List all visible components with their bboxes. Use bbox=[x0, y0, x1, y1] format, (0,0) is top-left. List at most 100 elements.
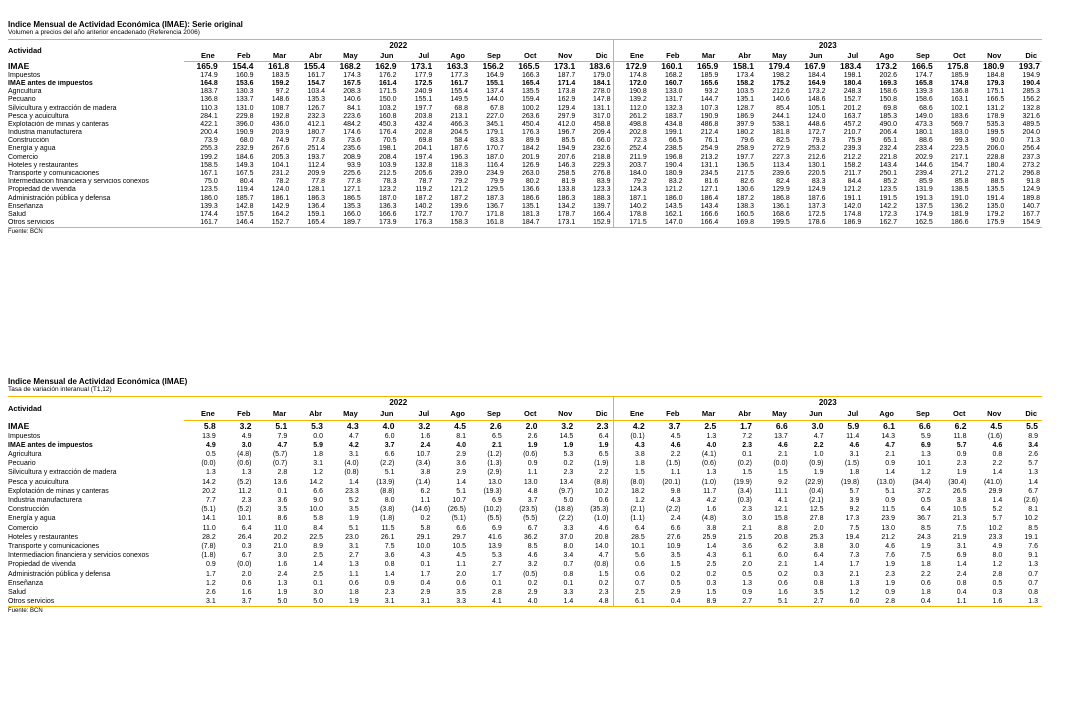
value-cell: 1.5 bbox=[670, 561, 681, 569]
value-cell: 83.2 bbox=[668, 178, 683, 186]
value-cell: 0.8 bbox=[1028, 588, 1038, 596]
value-cell: 80.2 bbox=[525, 178, 540, 186]
value-cell: 1.6 bbox=[970, 597, 1007, 608]
value-cell: 173.8 bbox=[557, 88, 576, 96]
table2-month-header: Ene bbox=[184, 407, 220, 421]
value-cell: 4.0 bbox=[382, 421, 395, 431]
table2-body: IMAE 5.8 3.2 5.1 5.3 4.3 4.0 3.2 4.5 2.6 2.0 3.2 2.3… bbox=[8, 420, 1042, 608]
value-cell: 3.1 bbox=[349, 542, 359, 550]
value-cell: 11.5 bbox=[381, 524, 395, 532]
table1-month-header: Ago bbox=[863, 50, 899, 62]
value-cell: 1.4 bbox=[956, 561, 967, 569]
value-cell: 432.4 bbox=[414, 120, 433, 128]
row-label: Transporte y comunicaciones bbox=[8, 542, 100, 550]
value-cell: 1.8 bbox=[849, 469, 860, 477]
row-label: Pesca y acuicultura bbox=[8, 478, 69, 486]
value-cell: 202.6 bbox=[879, 71, 897, 79]
value-cell: 6.6 bbox=[384, 450, 395, 458]
value-cell: 147.8 bbox=[577, 96, 614, 105]
value-cell: 10.7 bbox=[452, 496, 466, 504]
value-cell: 36.7 bbox=[917, 515, 931, 523]
value-cell: (3.8) bbox=[380, 506, 395, 514]
table1-body: IMAE 165.9 154.4 161.8 155.4 168.2 162.9 173.1 1… bbox=[8, 61, 1042, 228]
table1-month-header: Mar bbox=[684, 50, 721, 62]
table2-month-header: Dic bbox=[577, 407, 614, 421]
value-cell: 213.2 bbox=[700, 153, 719, 161]
value-cell: 263.0 bbox=[521, 170, 540, 178]
value-cell: 412.1 bbox=[307, 120, 325, 128]
value-cell: 1.6 bbox=[277, 561, 288, 569]
value-cell: 174.6 bbox=[343, 129, 361, 137]
row-label: Propiedad de vivenda bbox=[8, 186, 76, 194]
value-cell: 1.7 bbox=[740, 421, 752, 431]
value-cell: 450.3 bbox=[378, 120, 397, 128]
value-cell: 569.7 bbox=[950, 120, 969, 128]
row-label: Energía y agua bbox=[8, 515, 56, 523]
value-cell: 2.1 bbox=[778, 450, 788, 458]
value-cell: 1.7 bbox=[849, 561, 860, 569]
value-cell: 4.1 bbox=[778, 496, 788, 504]
value-cell: 167.7 bbox=[1022, 210, 1040, 218]
value-cell: 186.1 bbox=[271, 194, 290, 202]
value-cell: (0.8) bbox=[577, 560, 614, 570]
value-cell: 3.4 bbox=[1028, 441, 1038, 449]
value-cell: 239.6 bbox=[772, 170, 790, 178]
value-cell: (4.8) bbox=[701, 515, 717, 523]
value-cell: 85.4 bbox=[776, 104, 790, 112]
value-cell: 129.9 bbox=[772, 186, 790, 194]
value-cell: 1.9 bbox=[563, 441, 574, 449]
value-cell: 203.9 bbox=[271, 129, 290, 137]
value-cell: 4.2 bbox=[632, 421, 645, 431]
value-cell: 2.2 bbox=[670, 450, 681, 458]
table1-title: Indice Mensual de Actividad Económica (I… bbox=[8, 20, 243, 29]
value-cell: 2.3 bbox=[384, 588, 395, 596]
value-cell: 13.4 bbox=[559, 478, 574, 486]
value-cell: 175.8 bbox=[947, 61, 969, 72]
value-cell: 124.3 bbox=[629, 186, 647, 194]
value-cell: 1.4 bbox=[813, 561, 824, 569]
row-label: Comercio bbox=[8, 153, 38, 161]
value-cell: (2.9) bbox=[487, 469, 502, 477]
value-cell: 484.2 bbox=[343, 120, 361, 128]
value-cell: 2.3 bbox=[956, 460, 967, 468]
table2-month-header: Feb bbox=[648, 407, 685, 421]
value-cell: 1.1 bbox=[349, 570, 359, 578]
value-cell: 103.2 bbox=[378, 104, 397, 112]
value-cell: 2.1 bbox=[849, 570, 860, 578]
value-cell: 166.5 bbox=[986, 96, 1005, 104]
value-cell: 185.7 bbox=[235, 194, 254, 202]
value-cell: 0.1 bbox=[277, 487, 288, 495]
value-cell: 239.3 bbox=[843, 145, 862, 153]
value-cell: 176.2 bbox=[378, 71, 397, 79]
value-cell: 1.1 bbox=[456, 561, 466, 569]
value-cell: 170.7 bbox=[450, 210, 468, 218]
table2-month-header: Sep bbox=[470, 407, 506, 421]
value-cell: 166.6 bbox=[700, 210, 719, 218]
value-cell: 140.2 bbox=[414, 202, 433, 210]
value-cell: 103.5 bbox=[736, 88, 754, 96]
value-cell: 186.9 bbox=[827, 218, 864, 228]
value-cell: 84.1 bbox=[347, 104, 361, 112]
value-cell: 199.5 bbox=[986, 129, 1005, 137]
value-cell: 172.7 bbox=[414, 210, 433, 218]
value-cell: 165.8 bbox=[915, 79, 933, 87]
value-cell: 0.9 bbox=[742, 588, 752, 596]
value-cell: 11.1 bbox=[774, 487, 788, 495]
value-cell: (8.0) bbox=[630, 478, 645, 486]
value-cell: 90.0 bbox=[990, 137, 1005, 145]
value-cell: 2.0 bbox=[456, 570, 466, 578]
value-cell: 174.8 bbox=[950, 79, 969, 87]
value-cell: 137.4 bbox=[486, 88, 504, 96]
value-cell: (30.4) bbox=[948, 478, 967, 486]
value-cell: 160.1 bbox=[661, 61, 683, 72]
value-cell: 0.5 bbox=[992, 579, 1003, 587]
value-cell: 174.9 bbox=[915, 210, 933, 218]
value-cell: 172.5 bbox=[414, 79, 433, 87]
value-cell: 4.3 bbox=[706, 552, 717, 560]
value-cell: 229.8 bbox=[235, 112, 254, 120]
value-cell: 185.9 bbox=[700, 71, 719, 79]
value-cell: 1.9 bbox=[813, 469, 824, 477]
value-cell: 58.4 bbox=[454, 137, 468, 145]
value-cell: 228.8 bbox=[986, 153, 1005, 161]
row-label: Industria manufacturera bbox=[8, 129, 82, 137]
